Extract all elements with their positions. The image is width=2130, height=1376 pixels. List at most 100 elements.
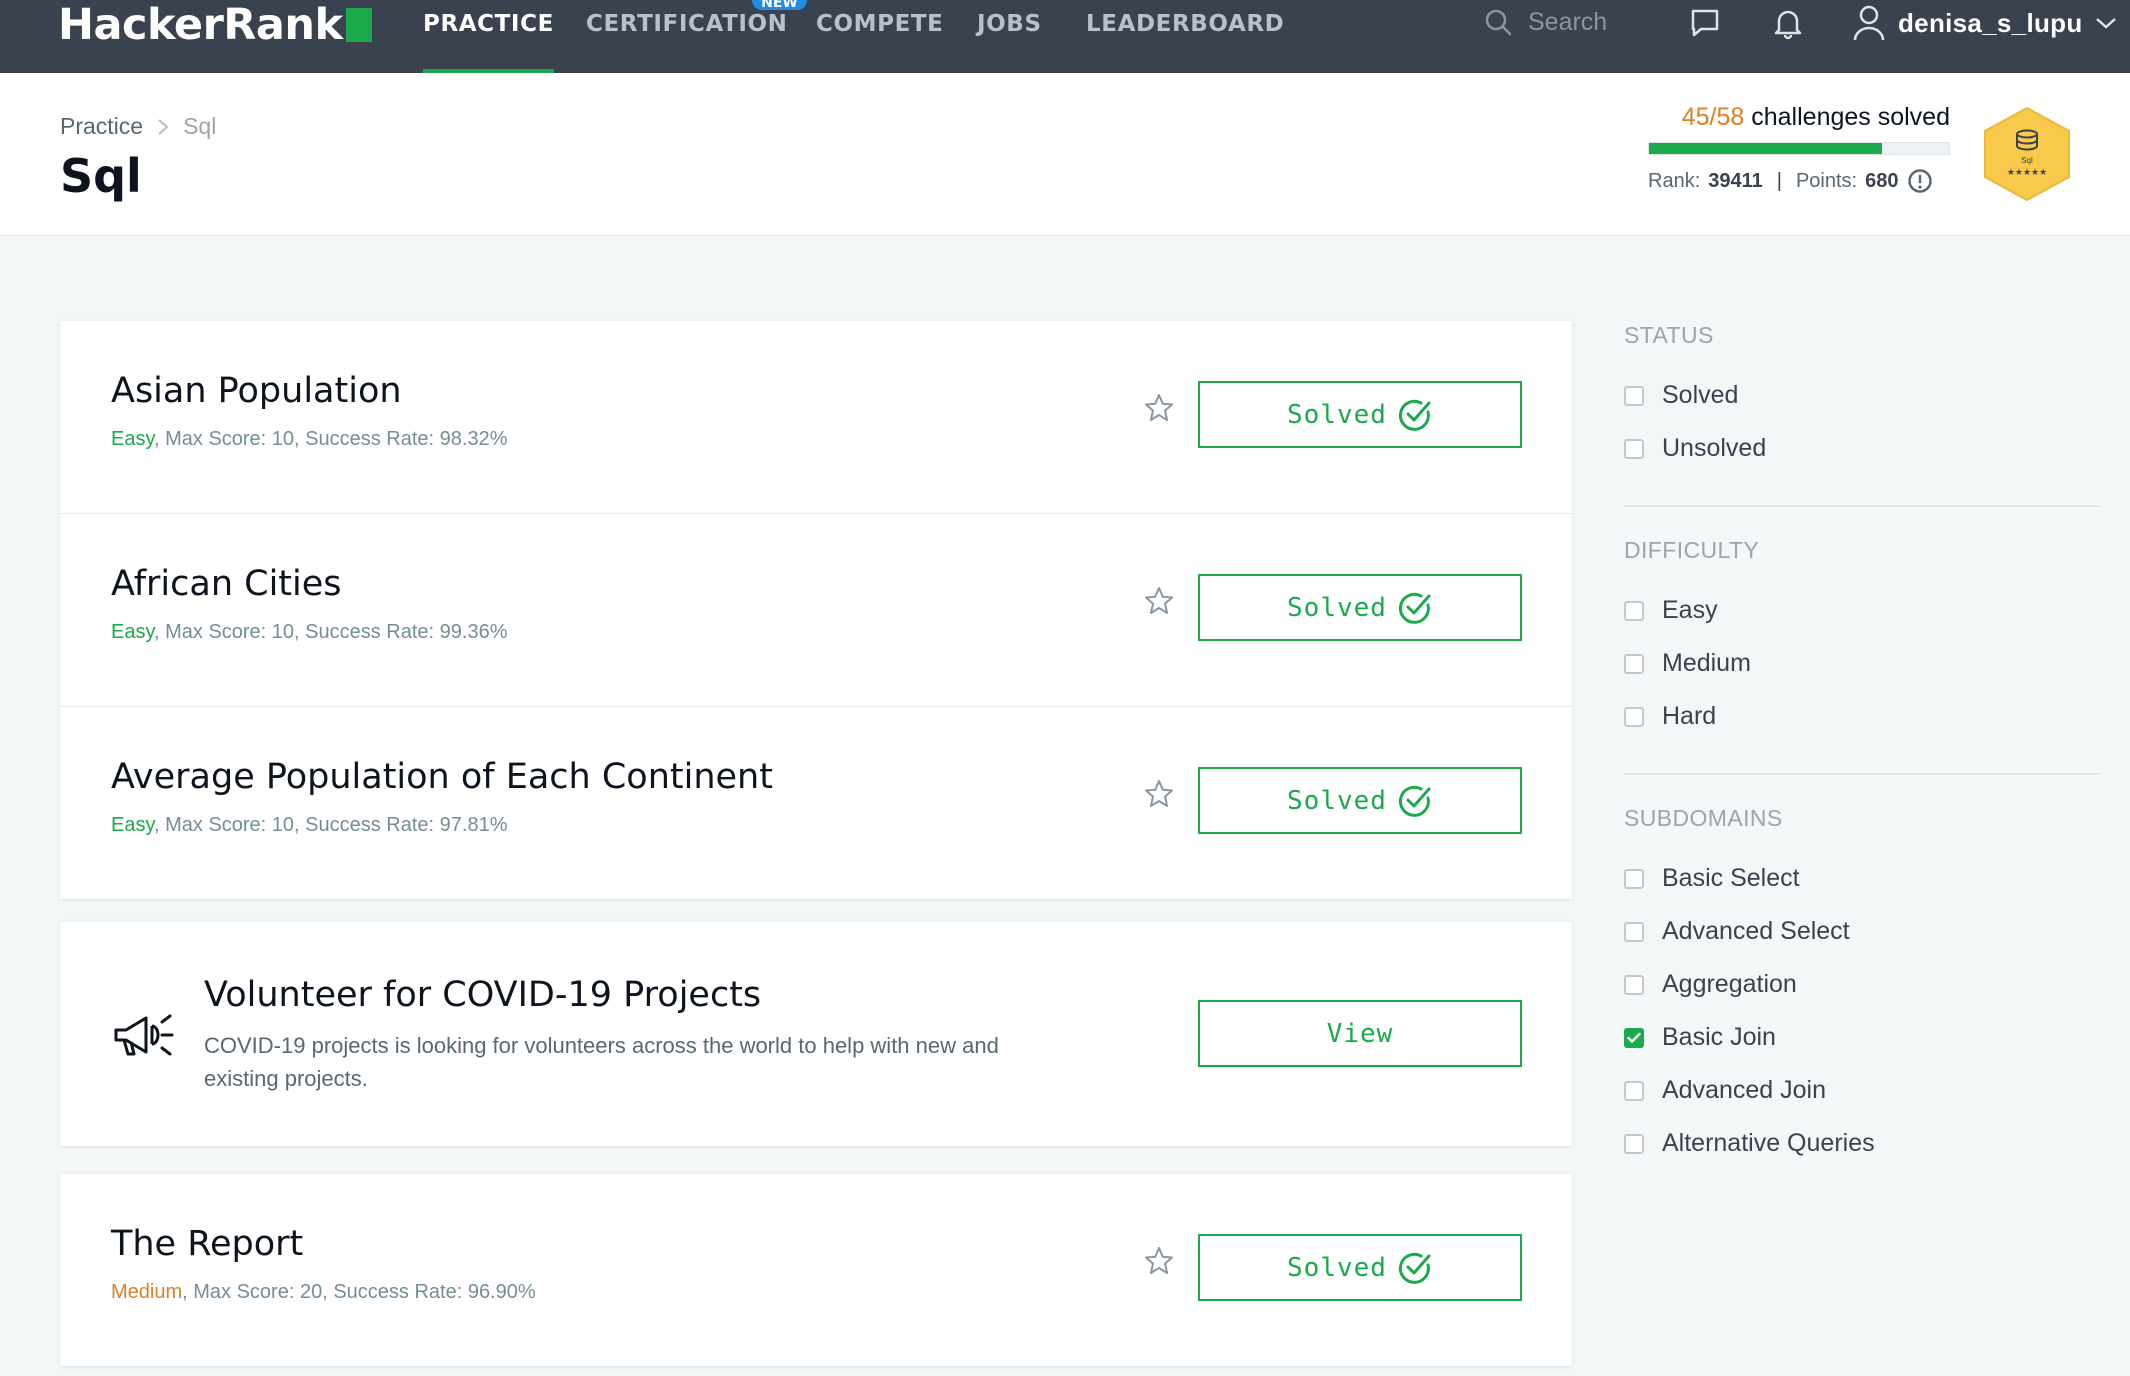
solved-button[interactable]: Solved: [1198, 1234, 1522, 1301]
filter-easy[interactable]: Easy: [1624, 584, 2100, 637]
solved-button[interactable]: Solved: [1198, 574, 1522, 641]
challenge-list-continued: The Report Medium, Max Score: 20, Succes…: [60, 1174, 1572, 1366]
bookmark-star-icon[interactable]: [1144, 586, 1174, 616]
progress-bar-fill: [1649, 143, 1882, 154]
filter-label: Easy: [1662, 596, 1718, 624]
rank-label: Rank:: [1648, 169, 1701, 192]
bookmark-star-icon[interactable]: [1144, 779, 1174, 809]
filter-label: Basic Select: [1662, 864, 1800, 892]
sql-badge[interactable]: Sql ★★★★★: [1982, 106, 2072, 207]
filter-label: Unsolved: [1662, 434, 1767, 462]
progress-summary: 45/58 challenges solved Rank: 39411 | Po…: [1648, 103, 1950, 194]
checkbox[interactable]: [1624, 868, 1644, 889]
checkbox[interactable]: [1624, 921, 1644, 942]
challenge-stats: , Max Score: 10, Success Rate: 99.36%: [153, 621, 508, 643]
bookmark-star-icon[interactable]: [1144, 393, 1174, 423]
challenge-meta: Easy, Max Score: 10, Success Rate: 98.32…: [111, 428, 508, 451]
challenge-row[interactable]: Average Population of Each Continent Eas…: [60, 707, 1572, 899]
filter-label: Alternative Queries: [1662, 1129, 1875, 1157]
solved-button[interactable]: Solved: [1198, 381, 1522, 448]
checkbox[interactable]: [1624, 600, 1644, 621]
view-button[interactable]: View: [1198, 1000, 1522, 1067]
check-circle-icon: [1398, 592, 1431, 624]
top-navbar: HackerRank PRACTICE CERTIFICATION NEW CO…: [0, 0, 2130, 73]
nav-certification[interactable]: CERTIFICATION: [586, 0, 788, 73]
checkbox[interactable]: [1624, 653, 1644, 674]
username: denisa_s_lupu: [1898, 7, 2083, 38]
nav-practice-label: PRACTICE: [423, 11, 554, 37]
nav-compete[interactable]: COMPETE: [816, 0, 944, 73]
nav-leaderboard[interactable]: LEADERBOARD: [1086, 0, 1284, 73]
checkbox[interactable]: [1624, 1133, 1644, 1154]
search-icon: [1485, 9, 1512, 36]
points-label: Points:: [1795, 169, 1858, 192]
filter-basic-select[interactable]: Basic Select: [1624, 852, 2100, 905]
check-circle-icon: [1398, 399, 1431, 431]
solved-text: challenges solved: [1751, 103, 1950, 131]
chevron-down-icon: [2095, 18, 2116, 29]
solved-button-label: Solved: [1287, 785, 1387, 816]
challenge-row[interactable]: The Report Medium, Max Score: 20, Succes…: [60, 1174, 1572, 1366]
rank-value: 39411: [1708, 169, 1763, 192]
info-icon[interactable]: [1907, 168, 1933, 194]
challenge-stats: , Max Score: 20, Success Rate: 96.90%: [182, 1281, 536, 1303]
filter-label: Medium: [1662, 649, 1751, 677]
search-box[interactable]: [1484, 4, 1640, 40]
filter-label: Advanced Join: [1662, 1076, 1827, 1104]
search-input[interactable]: [1526, 6, 1640, 38]
checkbox[interactable]: [1624, 706, 1644, 727]
hexagon-badge-icon: Sql ★★★★★: [1984, 106, 2070, 202]
bookmark-star-icon[interactable]: [1144, 1246, 1174, 1276]
challenge-row[interactable]: Asian Population Easy, Max Score: 10, Su…: [60, 321, 1572, 514]
checkbox[interactable]: [1624, 438, 1644, 459]
nav-practice[interactable]: PRACTICE: [423, 0, 554, 73]
checkbox[interactable]: [1624, 974, 1644, 995]
rank-points: Rank: 39411 | Points: 680: [1648, 168, 1950, 194]
bell-icon[interactable]: [1771, 6, 1805, 40]
messages-icon[interactable]: [1688, 6, 1722, 40]
new-badge: NEW: [752, 0, 807, 11]
challenge-title[interactable]: African Cities: [111, 564, 342, 604]
status-heading: STATUS: [1624, 322, 1714, 348]
logo-mark: [345, 8, 372, 42]
difficulty-label: Easy: [111, 428, 154, 450]
checkbox[interactable]: [1624, 1080, 1644, 1101]
megaphone-icon: [114, 1014, 174, 1056]
nav-leaderboard-label: LEADERBOARD: [1086, 11, 1285, 37]
page-header: Practice Sql Sql 45/58 challenges solved…: [0, 73, 2130, 236]
challenge-title[interactable]: Average Population of Each Continent: [111, 757, 773, 797]
filter-advanced-select[interactable]: Advanced Select: [1624, 905, 2100, 958]
promo-title[interactable]: Volunteer for COVID-19 Projects: [204, 975, 761, 1015]
filter-solved[interactable]: Solved: [1624, 369, 2100, 422]
challenge-row[interactable]: African Cities Easy, Max Score: 10, Succ…: [60, 514, 1572, 707]
breadcrumb-chevron-icon: [158, 118, 169, 135]
filter-alternative-queries[interactable]: Alternative Queries: [1624, 1117, 2100, 1170]
filter-unsolved[interactable]: Unsolved: [1624, 422, 2100, 475]
badge-label: Sql: [2021, 156, 2033, 165]
filter-basic-join[interactable]: Basic Join: [1624, 1011, 2100, 1064]
view-button-label: View: [1326, 1018, 1394, 1049]
filter-label: Basic Join: [1662, 1023, 1776, 1051]
rank-divider: |: [1776, 169, 1782, 192]
solved-button[interactable]: Solved: [1198, 767, 1522, 834]
filter-aggregation[interactable]: Aggregation: [1624, 958, 2100, 1011]
challenge-title[interactable]: The Report: [111, 1224, 303, 1264]
promo-description: COVID-19 projects is looking for volunte…: [204, 1033, 999, 1091]
challenge-stats: , Max Score: 10, Success Rate: 98.32%: [153, 428, 508, 450]
challenge-meta: Medium, Max Score: 20, Success Rate: 96.…: [111, 1281, 536, 1304]
checkbox[interactable]: [1624, 1027, 1644, 1048]
breadcrumb: Practice Sql: [60, 113, 216, 140]
hackerrank-logo[interactable]: HackerRank: [58, 0, 372, 50]
breadcrumb-practice[interactable]: Practice: [60, 113, 143, 140]
logo-text: HackerRank: [58, 0, 343, 50]
filter-medium[interactable]: Medium: [1624, 637, 2100, 690]
challenge-title[interactable]: Asian Population: [111, 371, 402, 411]
checkbox[interactable]: [1624, 385, 1644, 406]
filter-hard[interactable]: Hard: [1624, 690, 2100, 743]
filter-label: Solved: [1662, 381, 1739, 409]
points-value: 680: [1865, 169, 1899, 192]
nav-jobs[interactable]: JOBS: [977, 0, 1042, 73]
nav-jobs-label: JOBS: [977, 11, 1042, 37]
filter-advanced-join[interactable]: Advanced Join: [1624, 1064, 2100, 1117]
user-menu[interactable]: denisa_s_lupu: [1852, 0, 2117, 46]
